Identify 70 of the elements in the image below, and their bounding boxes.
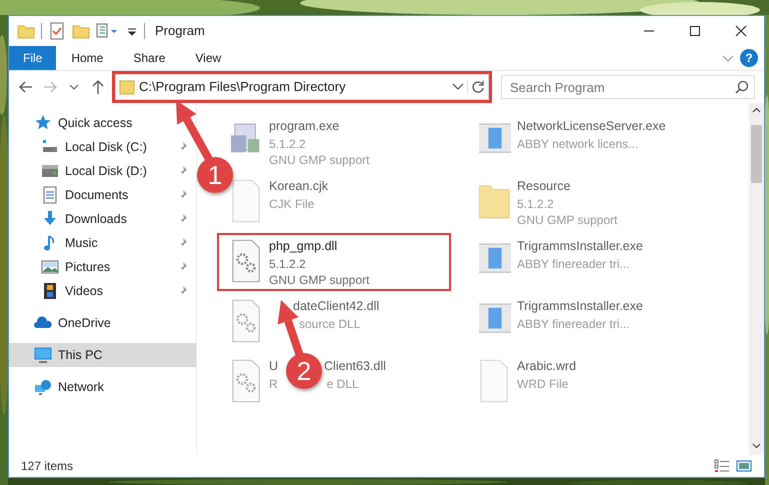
- ribbon-tab[interactable]: Home: [56, 46, 118, 70]
- sidebar-item[interactable]: Pictures: [9, 255, 114, 279]
- sidebar-item[interactable]: Local Disk (C:): [9, 135, 151, 159]
- star-icon: [34, 114, 52, 132]
- drive-icon: [41, 162, 59, 180]
- network-icon: [34, 378, 52, 396]
- scroll-up-icon[interactable]: [752, 107, 761, 113]
- file-name[interactable]: dateClient42.dll: [293, 297, 380, 316]
- sidebar-item[interactable]: OneDrive: [9, 311, 115, 335]
- ribbon-tab[interactable]: View: [180, 46, 236, 70]
- scroll-down-icon[interactable]: [752, 443, 761, 449]
- up-arrow-icon[interactable]: [92, 80, 104, 94]
- file-detail: GNU GMP support: [269, 272, 370, 288]
- sidebar-item[interactable]: Videos: [9, 279, 107, 303]
- chevron-down-icon[interactable]: [69, 83, 79, 91]
- sidebar-item[interactable]: Quick access: [9, 111, 136, 135]
- file-name[interactable]: Client63.dll: [324, 357, 386, 376]
- large-icons-view-icon[interactable]: [736, 459, 752, 473]
- file-detail: GNU GMP support: [517, 212, 618, 228]
- file-detail: 5.1.2.2: [269, 136, 306, 152]
- scrollbar[interactable]: [749, 103, 764, 455]
- file-name[interactable]: php_gmp.dll: [269, 237, 338, 256]
- file-name[interactable]: TrigrammsInstaller.exe: [517, 237, 643, 256]
- details-view-icon[interactable]: [714, 459, 730, 473]
- refresh-icon[interactable]: [471, 80, 485, 94]
- file-detail: 5.1.2.2: [269, 256, 306, 272]
- file-name[interactable]: Korean.cjk: [269, 177, 328, 196]
- monitor-icon: [34, 346, 52, 364]
- properties-icon[interactable]: [96, 22, 120, 40]
- minimize-icon[interactable]: [643, 30, 655, 32]
- file-detail: e DLL: [326, 376, 359, 392]
- sidebar-item[interactable]: Downloads: [9, 207, 131, 231]
- file-detail: ABBY finereader tri...: [517, 256, 630, 272]
- window-title: Program: [155, 22, 205, 40]
- help-button[interactable]: ?: [740, 49, 758, 67]
- file-name[interactable]: TrigrammsInstaller.exe: [517, 297, 643, 316]
- file-name[interactable]: Arabic.wrd: [517, 357, 576, 376]
- sidebar-item[interactable]: Music: [9, 231, 102, 255]
- file-name[interactable]: U: [269, 357, 278, 376]
- ribbon-tab[interactable]: Share: [118, 46, 180, 70]
- maximize-icon[interactable]: [689, 25, 701, 37]
- file-detail: GNU GMP support: [269, 152, 370, 168]
- file-name[interactable]: NetworkLicenseServer.exe: [517, 117, 666, 136]
- file-name[interactable]: program.exe: [269, 117, 340, 136]
- dropdown-icon[interactable]: [452, 82, 464, 92]
- address-field[interactable]: C:\Program Files\Program Directory: [115, 74, 489, 100]
- close-icon[interactable]: [735, 25, 747, 37]
- ribbon-tab[interactable]: File: [9, 46, 56, 70]
- scrollbar-thumb[interactable]: [751, 125, 762, 183]
- search-icon[interactable]: [735, 80, 749, 94]
- file-detail: 5.1.2.2: [517, 196, 554, 212]
- sidebar-item[interactable]: This PC: [9, 343, 196, 367]
- file-detail: ABBY finereader tri...: [517, 316, 630, 332]
- item-count: 127 items: [21, 458, 74, 475]
- file-detail: WRD File: [517, 376, 568, 392]
- film-icon: [41, 282, 59, 300]
- folder-icon: [119, 79, 135, 95]
- checklist-icon[interactable]: [48, 22, 66, 40]
- file-detail: source DLL: [299, 316, 360, 332]
- file-name[interactable]: Resource: [517, 177, 570, 196]
- document-icon: [41, 186, 59, 204]
- file-detail: ABBY network licens...: [517, 136, 638, 152]
- file-detail: R: [269, 376, 278, 392]
- sidebar-item[interactable]: Local Disk (D:): [9, 159, 151, 183]
- search-field[interactable]: Search Program: [501, 75, 755, 99]
- file-detail: CJK File: [269, 196, 314, 212]
- picture-icon: [41, 258, 59, 276]
- sidebar-item[interactable]: Network: [9, 375, 108, 399]
- back-arrow-icon[interactable]: [19, 81, 33, 93]
- sidebar-item[interactable]: Documents: [9, 183, 132, 207]
